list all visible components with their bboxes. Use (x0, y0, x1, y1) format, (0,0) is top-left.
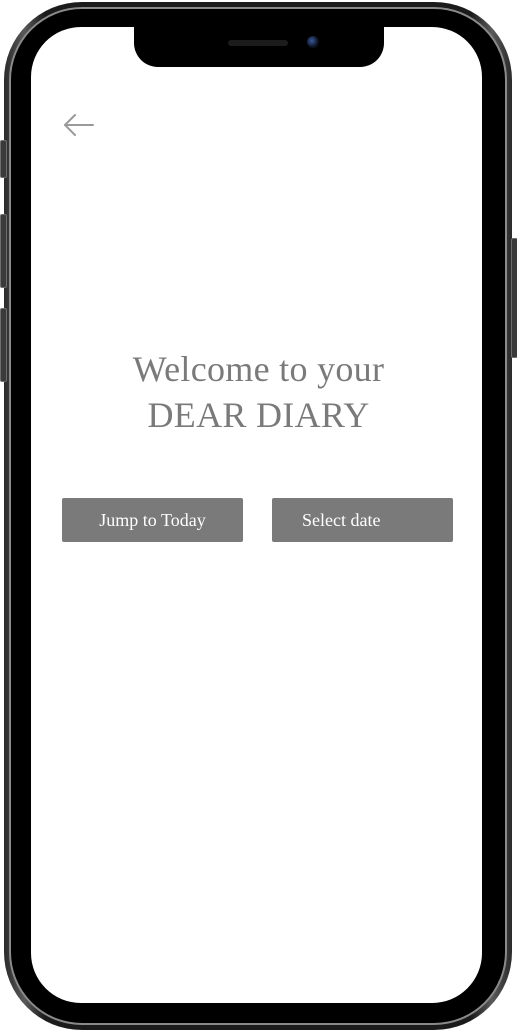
silent-switch (0, 140, 7, 178)
volume-down-button (0, 308, 7, 382)
notch (134, 25, 384, 67)
front-camera-icon (307, 36, 319, 48)
welcome-heading: Welcome to your DEAR DIARY (60, 346, 457, 438)
volume-up-button (0, 214, 7, 288)
back-button[interactable] (62, 112, 96, 138)
arrow-left-icon (64, 114, 94, 136)
jump-to-today-button[interactable]: Jump to Today (62, 498, 243, 542)
app-title: DEAR DIARY (147, 395, 370, 435)
power-button (511, 238, 517, 358)
select-date-button[interactable]: Select date (272, 498, 453, 542)
speaker-grille (228, 40, 288, 46)
welcome-line-1: Welcome to your (132, 349, 385, 389)
